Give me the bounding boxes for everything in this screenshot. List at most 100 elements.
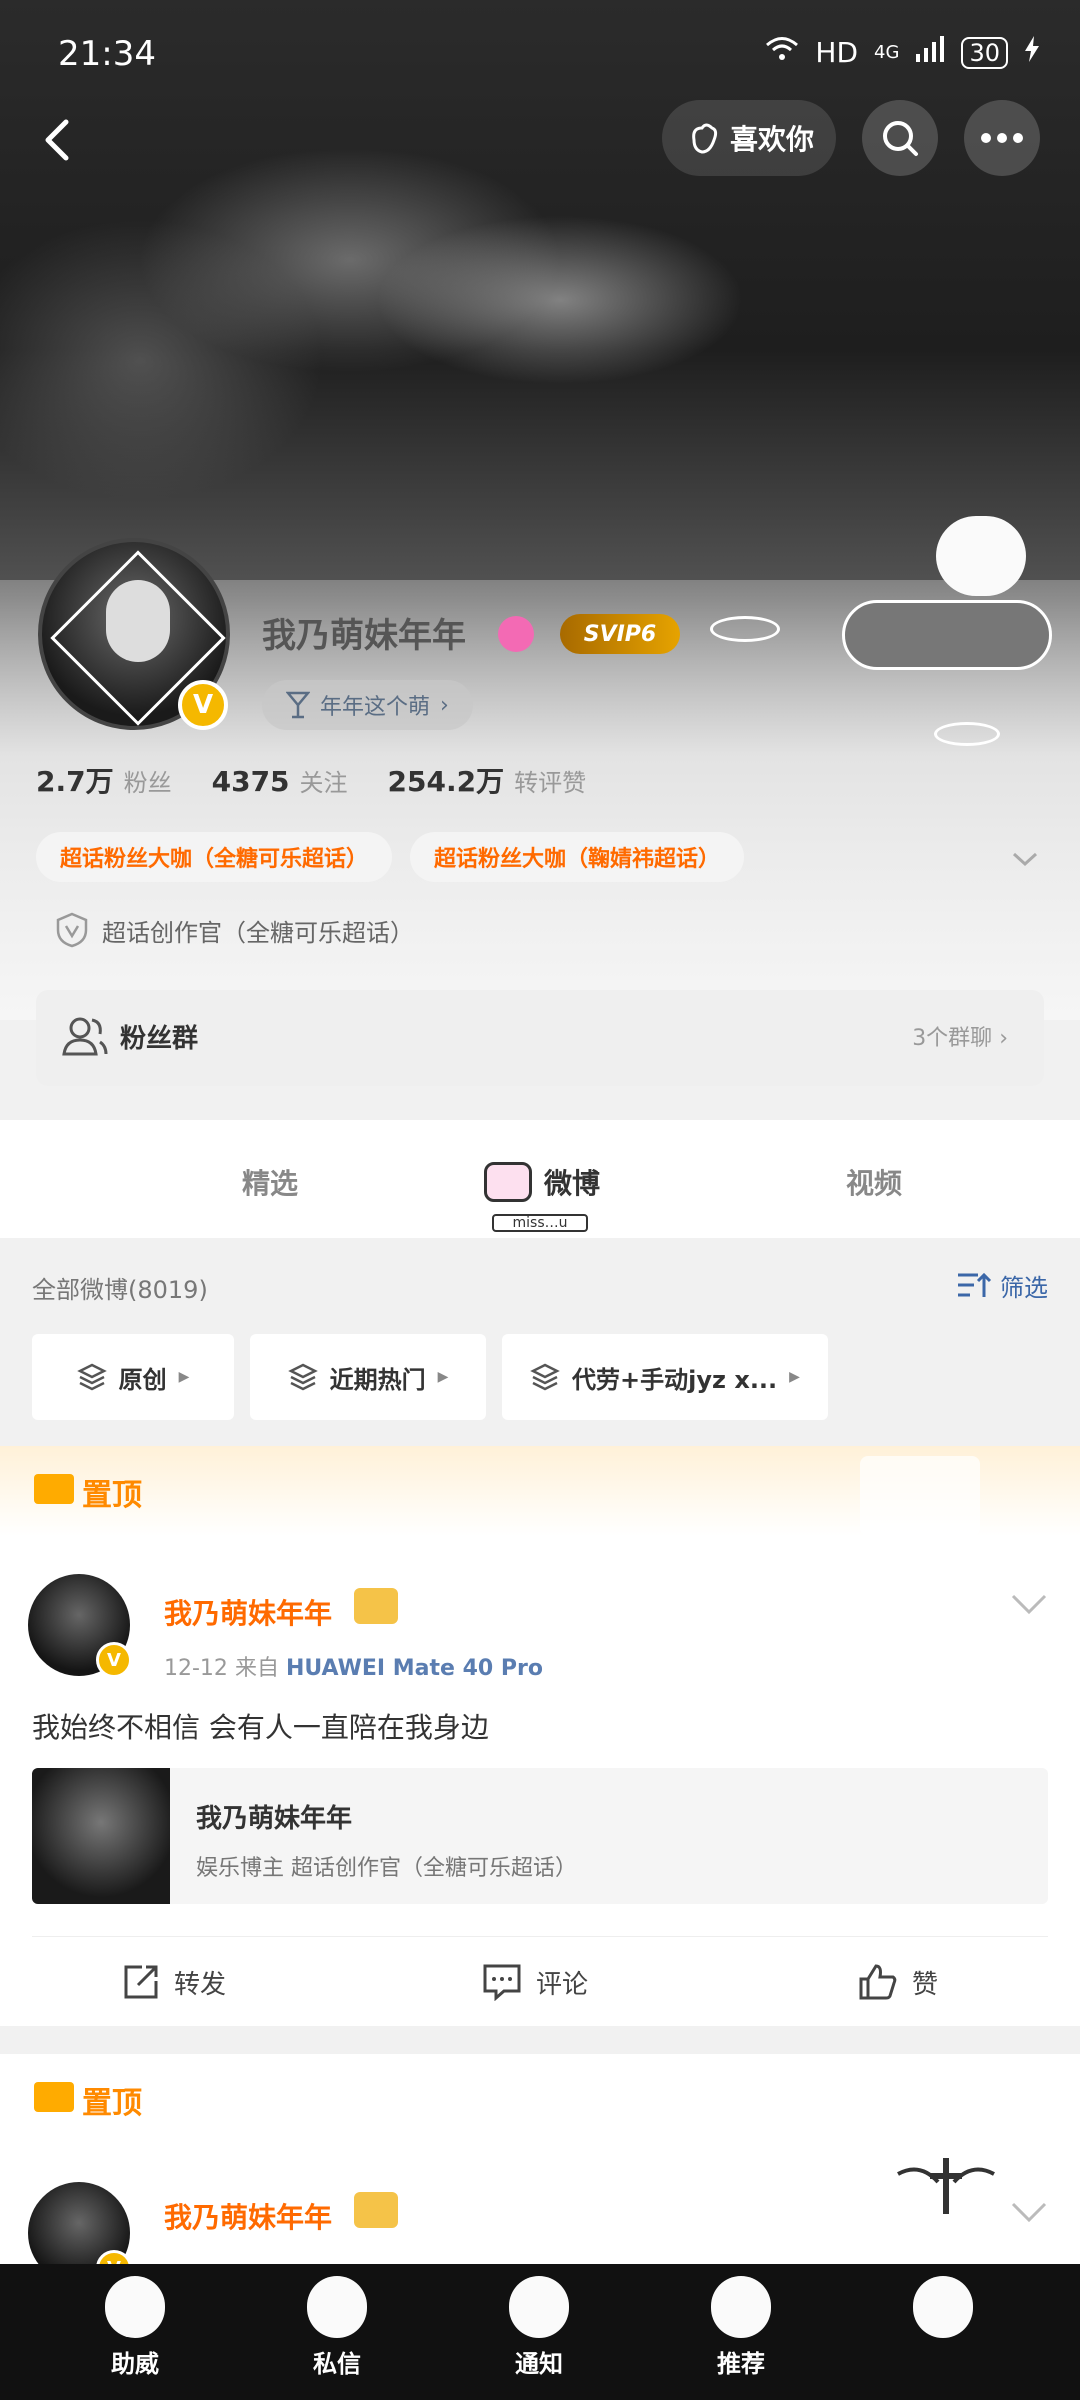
hand-heart-icon [692,123,718,154]
creator-badge[interactable]: 超话创作官（全糖可乐超话） [56,912,414,948]
nav-cheer[interactable]: 助威 [80,2276,190,2379]
tab-featured[interactable]: 精选 [242,1162,298,1202]
post-filter-bar: 全部微博(8019) 筛选 原创 ▶ 近期热门 ▶ 代劳+手动jyz x... … [0,1238,1080,1446]
fan-group-entry[interactable]: 粉丝群 3个群聊 › [36,990,1044,1086]
creator-label: 超话创作官（全糖可乐超话） [102,918,414,947]
stat-label: 转评赞 [514,769,587,797]
dog-icon [509,2276,569,2338]
filter-custom-label: 代劳+手动jyz x... [572,1365,778,1394]
nav-label: 通知 [515,2350,563,2378]
filter-icon [958,1272,992,1297]
post-device[interactable]: HUAWEI Mate 40 Pro [286,1656,543,1681]
verified-badge-icon: V [96,1642,132,1678]
stat-interactions[interactable]: 254.2万 转评赞 [388,760,587,800]
pinned-post[interactable]: 置顶 V 我乃萌妹年年 12-12 来自 HUAWEI Mate 40 Pro … [0,1446,1080,2026]
profile-name: 我乃萌妹年年 [262,616,466,656]
like-you-label: 喜欢你 [729,123,814,156]
stat-value: 4375 [211,765,290,798]
stat-value: 2.7万 [36,765,114,798]
chevron-right-icon: › [440,692,449,718]
angel-cross-icon [897,2158,995,2214]
dog-icon [711,2276,771,2338]
pinned-label: 置顶 [82,2086,142,2121]
pinned-post[interactable]: 置顶 V 我乃萌妹年年 [0,2054,1080,2286]
stat-following[interactable]: 4375 关注 [212,763,348,798]
decoration-dog-icon [936,516,1026,596]
nav-label: 推荐 [717,2350,765,2378]
post-from: 来自 [234,1656,279,1681]
bottom-nav: 助威 私信 通知 推荐 [0,2264,1080,2400]
stat-label: 粉丝 [123,769,172,797]
pinned-label: 置顶 [82,1478,142,1513]
more-button[interactable] [964,100,1040,176]
caret-right-icon: ▶ [437,1369,449,1385]
post-date: 12-12 [164,1656,228,1681]
filter-hot-button[interactable]: 近期热门 ▶ [250,1334,486,1420]
like-button[interactable]: 赞 [858,1963,938,2001]
like-label: 赞 [912,1969,939,2000]
dog-icon [105,2276,165,2338]
crown-icon [34,2082,74,2112]
fan-badge-chip[interactable]: 超话粉丝大咖（鞠婧祎超话） [410,832,745,882]
profile-stats: 2.7万 粉丝 4375 关注 254.2万 转评赞 [36,760,586,800]
fan-group-count: 3个群聊 › [912,1020,1008,1052]
tab-video[interactable]: 视频 [846,1162,902,1202]
crown-watermark-icon [860,1456,980,1536]
charging-icon [1024,36,1040,69]
chevron-down-icon[interactable] [1010,2200,1048,2224]
comment-icon [483,1964,521,2001]
back-arrow-icon [45,119,69,161]
nav-label: 助威 [111,2350,159,2378]
post-author[interactable]: 我乃萌妹年年 [164,1592,332,1632]
decoration-ring [710,616,780,642]
more-dots-icon [981,133,1023,143]
back-button[interactable] [30,110,90,170]
comment-button[interactable]: 评论 [482,1963,588,2001]
post-avatar[interactable]: V [28,1574,132,1678]
fan-group-count-text: 3个群聊 [912,1026,993,1051]
post-meta: 12-12 来自 HUAWEI Mate 40 Pro [164,1650,543,1682]
share-icon [124,1965,158,1999]
filter-original-button[interactable]: 原创 ▶ [32,1334,234,1420]
super-topic-icon[interactable] [498,616,534,652]
chevron-right-icon: › [999,1026,1008,1051]
nav-profile[interactable] [888,2276,998,2344]
fan-badge-chip[interactable]: 超话粉丝大咖（全糖可乐超话） [36,832,393,882]
stat-followers[interactable]: 2.7万 粉丝 [36,760,172,800]
caret-right-icon: ▶ [789,1369,800,1385]
all-posts-count: 全部微博(8019) [32,1276,208,1304]
network-label: HD [815,36,859,69]
like-you-button[interactable]: 喜欢你 [662,100,836,176]
signal-label: 4G [874,42,900,63]
search-button[interactable] [862,100,938,176]
repost-label: 转发 [174,1969,227,2000]
post-author[interactable]: 我乃萌妹年年 [164,2196,332,2236]
nav-messages[interactable]: 私信 [282,2276,392,2379]
pinned-header: 置顶 [0,1446,1080,1536]
filter-custom-button[interactable]: 代劳+手动jyz x... ▶ [502,1334,828,1420]
layers-icon [76,1363,107,1391]
nav-label: 私信 [313,2350,361,2378]
status-bar: 21:34 HD 4G 30 [0,30,1080,82]
comment-label: 评论 [536,1969,589,2000]
caret-right-icon: ▶ [178,1369,190,1385]
chevron-down-icon[interactable] [1010,844,1040,874]
battery-indicator: 30 [961,36,1008,69]
chevron-down-icon[interactable] [1010,1592,1048,1616]
stat-label: 关注 [299,769,348,797]
quoted-title: 我乃萌妹年年 [196,1804,353,1834]
filter-button[interactable]: 筛选 [956,1268,1048,1303]
quoted-card[interactable]: 我乃萌妹年年 娱乐博主 超话创作官（全糖可乐超话） [32,1768,1048,1904]
repost-button[interactable]: 转发 [122,1963,226,2001]
decoration-ring [934,722,1000,746]
fan-group-title: 粉丝群 [120,1024,199,1054]
svip-badge[interactable]: SVIP6 [560,614,680,654]
top-bar: 喜欢你 [0,100,1080,180]
status-time: 21:34 [58,34,156,74]
tab-weibo[interactable]: 微博 [544,1162,600,1202]
quoted-thumbnail [32,1768,170,1904]
nav-notifications[interactable]: 通知 [484,2276,594,2379]
signature-pill[interactable]: 年年这个萌 › [262,680,473,730]
dog-icon [913,2276,973,2338]
nav-recommend[interactable]: 推荐 [686,2276,796,2379]
